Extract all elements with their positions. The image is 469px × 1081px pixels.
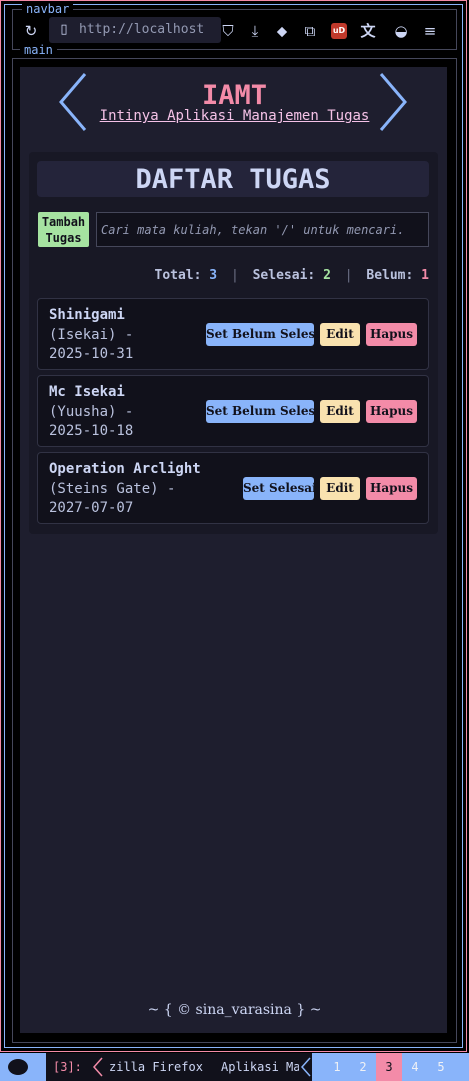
reload-icon[interactable]: ↻ bbox=[22, 22, 40, 40]
task-name: Shinigami bbox=[49, 307, 125, 323]
separator-left-icon bbox=[300, 1057, 311, 1077]
edit-button[interactable]: Edit bbox=[320, 400, 360, 423]
toggle-status-button[interactable]: Set Belum Selesai bbox=[206, 400, 328, 423]
task-category: (Yuusha) - bbox=[49, 404, 134, 420]
list-heading: DAFTAR TUGAS bbox=[37, 161, 429, 197]
tag-5[interactable]: 5 bbox=[428, 1053, 454, 1081]
url-text: http://localhost bbox=[79, 22, 205, 37]
translate-icon[interactable]: 文 bbox=[359, 22, 377, 40]
task-date: 2025-10-18 bbox=[49, 423, 134, 439]
powerline-arrow-icon bbox=[32, 1053, 46, 1081]
ublock-icon[interactable]: uD bbox=[331, 23, 347, 39]
window-title-firefox[interactable]: zilla Firefox bbox=[109, 1060, 203, 1074]
page-icon: ▯ bbox=[60, 22, 68, 37]
penguin-icon bbox=[8, 1059, 28, 1075]
extension-icon[interactable]: ⬥ bbox=[273, 22, 291, 40]
wm-logo[interactable] bbox=[0, 1053, 46, 1081]
separator-left-icon bbox=[92, 1057, 103, 1077]
task-item: Mc Isekai (Yuusha) - 2025-10-18 Set Belu… bbox=[37, 375, 429, 447]
tag-4[interactable]: 4 bbox=[402, 1053, 428, 1081]
add-task-button[interactable]: Tambah Tugas bbox=[38, 212, 89, 247]
app-subtitle[interactable]: Intinya Aplikasi Manajemen Tugas bbox=[0, 108, 469, 124]
delete-button[interactable]: Hapus bbox=[366, 323, 417, 346]
stats-done-label: Selesai: bbox=[252, 268, 316, 283]
app-title: IAMT bbox=[201, 80, 268, 111]
task-category: (Steins Gate) - bbox=[49, 481, 176, 497]
stats-done-value: 2 bbox=[323, 268, 331, 283]
main-label: main bbox=[20, 44, 57, 56]
stats-total-value: 3 bbox=[209, 268, 218, 283]
task-date: 2027-07-07 bbox=[49, 500, 134, 516]
stats-total-label: Total: bbox=[154, 268, 202, 283]
vpn-icon[interactable]: ◒ bbox=[392, 22, 410, 40]
edit-button[interactable]: Edit bbox=[320, 477, 360, 500]
tag-2[interactable]: 2 bbox=[350, 1053, 376, 1081]
wm-statusbar: [3]: zilla Firefox Aplikasi Ma 1 2 3 4 5 bbox=[0, 1053, 469, 1081]
delete-button[interactable]: Hapus bbox=[366, 477, 417, 500]
puzzle-icon[interactable]: ⧉ bbox=[301, 22, 319, 40]
toggle-status-button[interactable]: Set Selesai bbox=[243, 477, 317, 500]
footer-credit: ~ { © sina_varasina } ~ bbox=[147, 1002, 322, 1018]
task-meta: (Isekai) - 2025-10-31 bbox=[49, 326, 209, 364]
window-title-app[interactable]: Aplikasi Ma bbox=[221, 1060, 299, 1074]
task-name: Mc Isekai bbox=[49, 384, 125, 400]
stats-todo-label: Belum: bbox=[366, 268, 414, 283]
task-meta: (Steins Gate) - 2027-07-07 bbox=[49, 480, 209, 518]
tag-list: 1 2 3 4 5 bbox=[312, 1053, 469, 1081]
delete-button[interactable]: Hapus bbox=[366, 400, 417, 423]
task-name: Operation Arclight bbox=[49, 461, 201, 477]
menu-icon[interactable]: ≡ bbox=[421, 22, 439, 40]
url-bar[interactable]: ▯ http://localhost bbox=[49, 17, 221, 43]
stats-separator: | bbox=[230, 268, 239, 283]
navbar: ↻ ▯ http://localhost ⛉ ⤓ ⬥ ⧉ uD 文 ◒ ≡ bbox=[12, 9, 457, 50]
pocket-icon[interactable]: ⛉ bbox=[219, 22, 237, 40]
stats-todo-value: 1 bbox=[421, 268, 429, 283]
task-category: (Isekai) - bbox=[49, 327, 134, 343]
tag-3[interactable]: 3 bbox=[376, 1053, 402, 1081]
download-icon[interactable]: ⤓ bbox=[246, 22, 264, 40]
task-date: 2025-10-31 bbox=[49, 346, 134, 362]
tag-1[interactable]: 1 bbox=[324, 1053, 350, 1081]
stats-separator: | bbox=[344, 268, 353, 283]
edit-button[interactable]: Edit bbox=[320, 323, 360, 346]
workspace-indicator: [3]: bbox=[53, 1060, 82, 1074]
task-stats: Total: 3 | Selesai: 2 | Belum: 1 bbox=[155, 268, 430, 283]
search-input[interactable] bbox=[96, 212, 429, 247]
toggle-status-button[interactable]: Set Belum Selesai bbox=[206, 323, 328, 346]
task-item: Operation Arclight (Steins Gate) - 2027-… bbox=[37, 452, 429, 524]
task-meta: (Yuusha) - 2025-10-18 bbox=[49, 403, 209, 441]
navbar-label: navbar bbox=[22, 3, 74, 15]
task-item: Shinigami (Isekai) - 2025-10-31 Set Belu… bbox=[37, 298, 429, 370]
